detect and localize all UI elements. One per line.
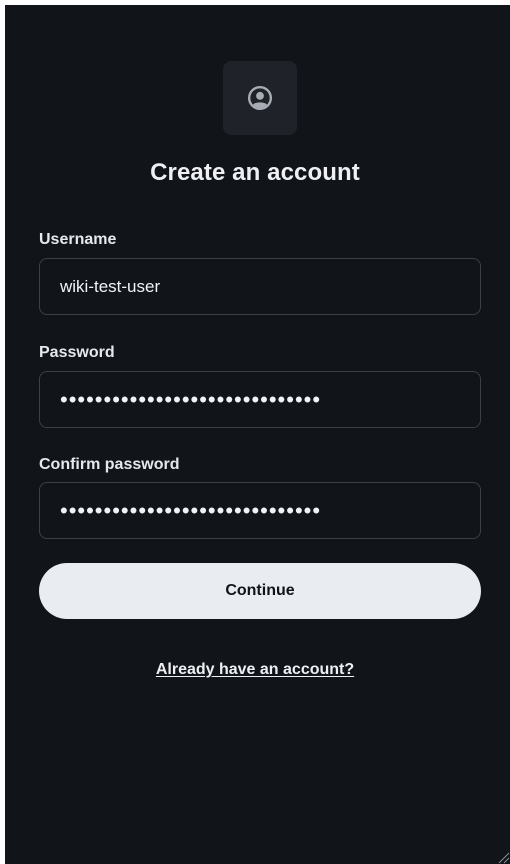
signin-link[interactable]: Already have an account?: [0, 661, 510, 679]
continue-button[interactable]: Continue: [39, 563, 481, 619]
user-circle-icon: [247, 85, 273, 111]
username-field[interactable]: [60, 276, 460, 297]
logo-badge: [223, 61, 297, 135]
confirm-password-field[interactable]: [60, 497, 460, 524]
username-field-wrapper: [39, 258, 481, 315]
signup-window: Create an account Username Password Conf…: [5, 5, 510, 864]
confirm-password-field-wrapper: [39, 482, 481, 539]
page-title: Create an account: [150, 159, 360, 186]
confirm-password-label: Confirm password: [39, 456, 180, 473]
password-field[interactable]: [60, 386, 460, 413]
resize-grip-icon[interactable]: [496, 850, 510, 864]
password-field-wrapper: [39, 371, 481, 428]
password-label: Password: [39, 344, 115, 361]
username-label: Username: [39, 231, 117, 248]
